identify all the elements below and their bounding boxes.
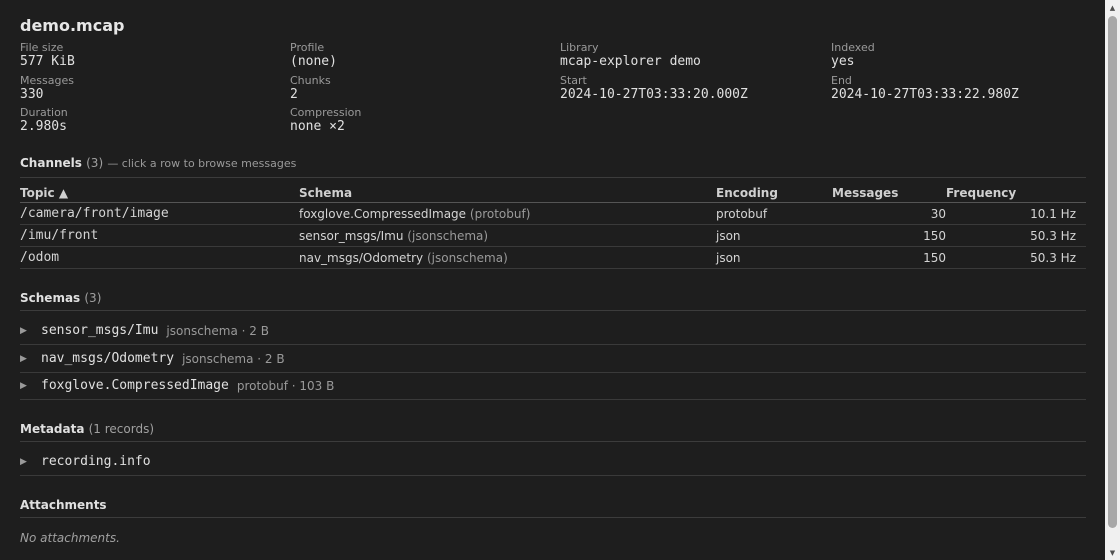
scroll-down-arrow-icon[interactable]: ▼ bbox=[1105, 545, 1120, 560]
attachments-heading: Attachments bbox=[20, 498, 107, 512]
summary-value: 2024-10-27T03:33:22.980Z bbox=[831, 87, 1019, 102]
summary-library: Library mcap-explorer demo bbox=[560, 41, 701, 69]
metadata-item[interactable]: ▶ recording.info bbox=[20, 448, 1086, 476]
schema-name: foxglove.CompressedImage bbox=[299, 206, 467, 221]
summary-value: yes bbox=[831, 54, 855, 69]
attachments-title: Attachments bbox=[20, 498, 107, 512]
cell-encoding: json bbox=[716, 224, 832, 247]
schema-item[interactable]: ▶ sensor_msgs/Imu jsonschema · 2 B bbox=[20, 317, 1086, 345]
schema-item-name: sensor_msgs/Imu bbox=[41, 323, 159, 338]
schema-item-meta: jsonschema · 2 B bbox=[182, 351, 285, 366]
summary-chunks: Chunks 2 bbox=[290, 74, 331, 102]
schema-encoding: (jsonschema) bbox=[426, 250, 508, 265]
metadata-title: Metadata bbox=[20, 422, 85, 436]
channels-count: (3) bbox=[86, 156, 104, 170]
cell-messages: 30 bbox=[832, 202, 946, 225]
cell-encoding: json bbox=[716, 246, 832, 269]
scrollbar-thumb[interactable] bbox=[1108, 16, 1117, 528]
summary-indexed: Indexed yes bbox=[831, 41, 875, 69]
metadata-heading: Metadata (1 records) bbox=[20, 422, 154, 436]
summary-compression: Compression none ×2 bbox=[290, 106, 361, 134]
summary-label: End bbox=[831, 74, 852, 87]
cell-topic: /odom bbox=[20, 246, 299, 269]
schema-item[interactable]: ▶ nav_msgs/Odometry jsonschema · 2 B bbox=[20, 345, 1086, 373]
divider bbox=[20, 517, 1086, 518]
schemas-title: Schemas bbox=[20, 291, 81, 305]
schema-name: nav_msgs/Odometry bbox=[299, 250, 424, 265]
schema-item[interactable]: ▶ foxglove.CompressedImage protobuf · 10… bbox=[20, 372, 1086, 400]
schemas-count: (3) bbox=[84, 291, 102, 305]
table-row[interactable]: /odom nav_msgs/Odometry (jsonschema) jso… bbox=[20, 246, 1086, 269]
divider bbox=[20, 310, 1086, 311]
triangle-right-icon: ▶ bbox=[20, 456, 27, 467]
channels-title: Channels bbox=[20, 156, 82, 170]
summary-value: (none) bbox=[290, 54, 337, 69]
summary-value: 577 KiB bbox=[20, 54, 75, 69]
cell-frequency: 50.3 Hz bbox=[946, 246, 1086, 269]
divider bbox=[20, 177, 1086, 178]
summary-label: File size bbox=[20, 41, 64, 54]
summary-label: Duration bbox=[20, 106, 68, 119]
summary-label: Indexed bbox=[831, 41, 875, 54]
schema-item-meta: protobuf · 103 B bbox=[236, 378, 335, 393]
summary-label: Chunks bbox=[290, 74, 331, 87]
summary-value: 330 bbox=[20, 87, 44, 102]
summary-messages: Messages 330 bbox=[20, 74, 74, 102]
column-header-frequency[interactable]: Frequency bbox=[946, 183, 1086, 203]
summary-label: Profile bbox=[290, 41, 325, 54]
cell-messages: 150 bbox=[832, 224, 946, 247]
summary-value: 2024-10-27T03:33:20.000Z bbox=[560, 87, 748, 102]
cell-schema: nav_msgs/Odometry (jsonschema) bbox=[299, 246, 716, 269]
summary-end: End 2024-10-27T03:33:22.980Z bbox=[831, 74, 1019, 102]
table-row[interactable]: /imu/front sensor_msgs/Imu (jsonschema) … bbox=[20, 224, 1086, 247]
schema-encoding: (jsonschema) bbox=[407, 228, 489, 243]
summary-label: Library bbox=[560, 41, 599, 54]
attachments-empty-message: No attachments. bbox=[20, 531, 120, 545]
column-header-schema[interactable]: Schema bbox=[299, 183, 716, 203]
triangle-right-icon: ▶ bbox=[20, 325, 27, 336]
cell-messages: 150 bbox=[832, 246, 946, 269]
schema-item-name: nav_msgs/Odometry bbox=[41, 351, 175, 366]
schemas-heading: Schemas (3) bbox=[20, 291, 101, 305]
column-header-messages[interactable]: Messages bbox=[832, 183, 946, 203]
schema-item-meta: jsonschema · 2 B bbox=[166, 323, 269, 338]
summary-value: 2 bbox=[290, 87, 298, 102]
table-row[interactable]: /camera/front/image foxglove.CompressedI… bbox=[20, 202, 1086, 225]
cell-encoding: protobuf bbox=[716, 202, 832, 225]
triangle-right-icon: ▶ bbox=[20, 353, 27, 364]
column-header-encoding[interactable]: Encoding bbox=[716, 183, 832, 203]
cell-topic: /imu/front bbox=[20, 224, 299, 247]
file-title: demo.mcap bbox=[20, 16, 125, 35]
summary-value: none ×2 bbox=[290, 119, 345, 134]
channels-header-row: Topic ▲ Schema Encoding Messages Frequen… bbox=[20, 183, 1086, 203]
channels-table: Topic ▲ Schema Encoding Messages Frequen… bbox=[20, 183, 1086, 269]
divider bbox=[20, 441, 1086, 442]
cell-frequency: 10.1 Hz bbox=[946, 202, 1086, 225]
summary-label: Compression bbox=[290, 106, 362, 119]
metadata-item-name: recording.info bbox=[41, 454, 151, 469]
channels-heading: Channels (3) — click a row to browse mes… bbox=[20, 156, 296, 170]
summary-label: Messages bbox=[20, 74, 74, 87]
vertical-scrollbar[interactable]: ▲ ▼ bbox=[1105, 0, 1120, 560]
scroll-up-arrow-icon[interactable]: ▲ bbox=[1105, 0, 1120, 15]
summary-value: 2.980s bbox=[20, 119, 67, 134]
channels-hint: — click a row to browse messages bbox=[107, 157, 297, 170]
cell-frequency: 50.3 Hz bbox=[946, 224, 1086, 247]
summary-duration: Duration 2.980s bbox=[20, 106, 68, 134]
summary-start: Start 2024-10-27T03:33:20.000Z bbox=[560, 74, 748, 102]
summary-profile: Profile (none) bbox=[290, 41, 337, 69]
cell-schema: sensor_msgs/Imu (jsonschema) bbox=[299, 224, 716, 247]
cell-schema: foxglove.CompressedImage (protobuf) bbox=[299, 202, 716, 225]
summary-label: Start bbox=[560, 74, 587, 87]
cell-topic: /camera/front/image bbox=[20, 202, 299, 225]
triangle-right-icon: ▶ bbox=[20, 380, 27, 391]
schema-name: sensor_msgs/Imu bbox=[299, 228, 404, 243]
schema-item-name: foxglove.CompressedImage bbox=[41, 378, 229, 393]
column-header-topic[interactable]: Topic ▲ bbox=[20, 183, 299, 203]
metadata-count: (1 records) bbox=[88, 422, 155, 436]
summary-file-size: File size 577 KiB bbox=[20, 41, 75, 69]
summary-value: mcap-explorer demo bbox=[560, 54, 701, 69]
schema-encoding: (protobuf) bbox=[469, 206, 531, 221]
